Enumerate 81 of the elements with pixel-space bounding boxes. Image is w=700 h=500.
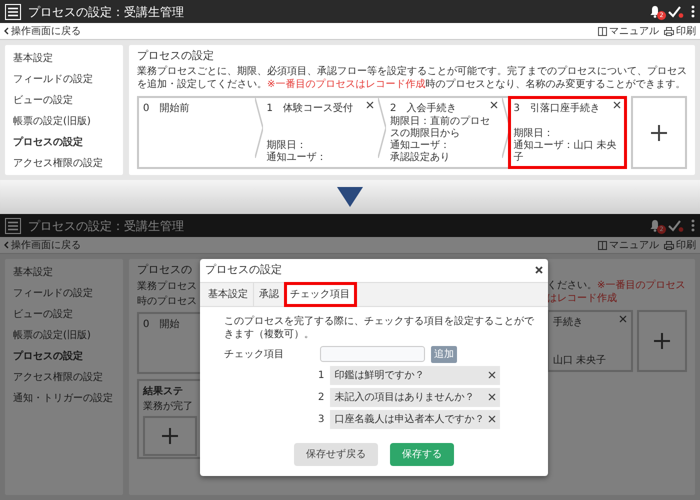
sidebar-item[interactable]: 基本設定 [13,48,115,69]
section-title: 結果ステ [143,384,184,399]
step-title: 手続き [553,316,583,330]
item-number: 2 [318,390,324,404]
description-text: ください。※一番目のプロセスはレコード作成 [547,279,686,305]
close-button[interactable] [488,393,496,401]
step-detail: 承認設定あり [390,152,451,164]
print-link[interactable]: 印刷 [664,24,696,38]
description-text: 時のプロセス [137,294,198,310]
plus-icon [653,332,671,350]
sidebar-item[interactable]: 通知・トリガーの設定 [13,388,115,409]
close-button[interactable] [535,266,543,274]
plus-icon [161,427,179,446]
sidebar-item[interactable]: 帳票の設定(旧版) [13,325,115,346]
step-detail: 通知ユーザ： [266,152,328,164]
close-button[interactable] [488,415,496,423]
step-detail: 期限日： [514,128,554,140]
window-title: プロセスの設定：受講生管理 [28,4,184,20]
process-step[interactable]: 3 引落口座手続き 期限日： 通知ユーザ：山口 未央子 [510,98,625,168]
step-detail: 山口 未央子 [553,355,608,367]
window-title: プロセスの設定：受講生管理 [28,218,184,234]
sidebar-item[interactable]: プロセスの設定 [13,346,115,367]
item-text: 口座名義人は申込者本人ですか？ [334,412,484,426]
step-title: 3 引落口座手続き [514,102,600,116]
section-heading: プロセスの設定 [137,49,215,62]
item-text: 印鑑は鮮明ですか？ [334,368,424,382]
check-icon[interactable] [668,219,684,232]
manual-link[interactable]: マニュアル [598,24,659,38]
book-icon [598,26,607,36]
print-link[interactable]: 印刷 [664,238,696,252]
sidebar-item[interactable]: 基本設定 [13,262,115,283]
chevron-left-icon [4,27,9,35]
step-title: 0 開始前 [143,102,190,116]
instruction-text: このプロセスを完了する際に、チェックする項目を設定することができます（複数可）。 [224,314,534,340]
more-icon[interactable] [691,5,695,18]
section-heading: プロセスの [137,263,193,276]
section-text: 業務が完了 [143,400,194,414]
bell-icon[interactable] [649,5,661,18]
check-icon[interactable] [668,5,684,18]
plus-icon [650,124,668,142]
manual-link[interactable]: マニュアル [598,238,659,252]
sidebar-item[interactable]: アクセス権限の設定 [13,367,115,388]
back-button[interactable]: 保存せず戻る [294,442,378,466]
sidebar-item[interactable]: フィールドの設定 [13,283,115,304]
back-link[interactable]: 操作画面に戻る [4,24,81,38]
back-link[interactable]: 操作画面に戻る [4,238,81,252]
item-number: 1 [318,368,324,382]
step-detail: 通知ユーザ：山口 未央子 [514,140,618,164]
description-text: 業務プロセス [137,280,198,294]
close-button[interactable] [366,101,374,110]
printer-icon [664,26,674,36]
modal-title: プロセスの設定 [205,262,282,278]
sidebar-item[interactable]: 帳票の設定(旧版) [13,111,115,132]
input-field[interactable] [320,346,425,362]
menu-icon[interactable] [5,4,21,20]
close-button[interactable] [619,315,627,323]
step-detail: 通知ユーザ： [390,140,451,152]
sidebar-item[interactable]: ビューの設定 [13,304,115,325]
step-detail: 期限日：直前のプロセスの期限日から [390,116,491,140]
close-button[interactable] [490,101,498,110]
field-label: チェック項目 [224,348,285,362]
chevron-left-icon [4,241,9,249]
sidebar-item[interactable]: フィールドの設定 [13,69,115,90]
description-text: 業務プロセスごとに、期限、必須項目、承認フロー等を設定することが可能です。完了までのプロセスについて、プロセスを追加・設定してください。※一番目のプロセスはレコード作成時のプロセスとなり、名称のみ変更することができます。 [137,65,687,92]
step-detail: 期限日： [266,140,308,152]
step-title: 2 入会手続き [390,102,456,116]
item-number: 3 [318,412,324,426]
printer-icon [664,240,674,250]
book-icon [598,240,607,250]
close-button[interactable] [613,101,621,110]
sidebar-item[interactable]: ビューの設定 [13,90,115,111]
item-text: 未記入の項目はありませんか？ [334,390,474,404]
step-title: 1 体験コース受付 [266,102,353,116]
close-button[interactable] [488,371,496,379]
tab[interactable]: 基本設定 [203,282,254,306]
down-arrow-icon [337,187,363,207]
tab[interactable]: チェック項目 [285,282,356,306]
sidebar-item[interactable]: プロセスの設定 [13,132,115,153]
step-title: 0 開始 [143,318,180,330]
sidebar-item[interactable]: アクセス権限の設定 [13,153,115,174]
add-result-button[interactable] [143,416,197,456]
